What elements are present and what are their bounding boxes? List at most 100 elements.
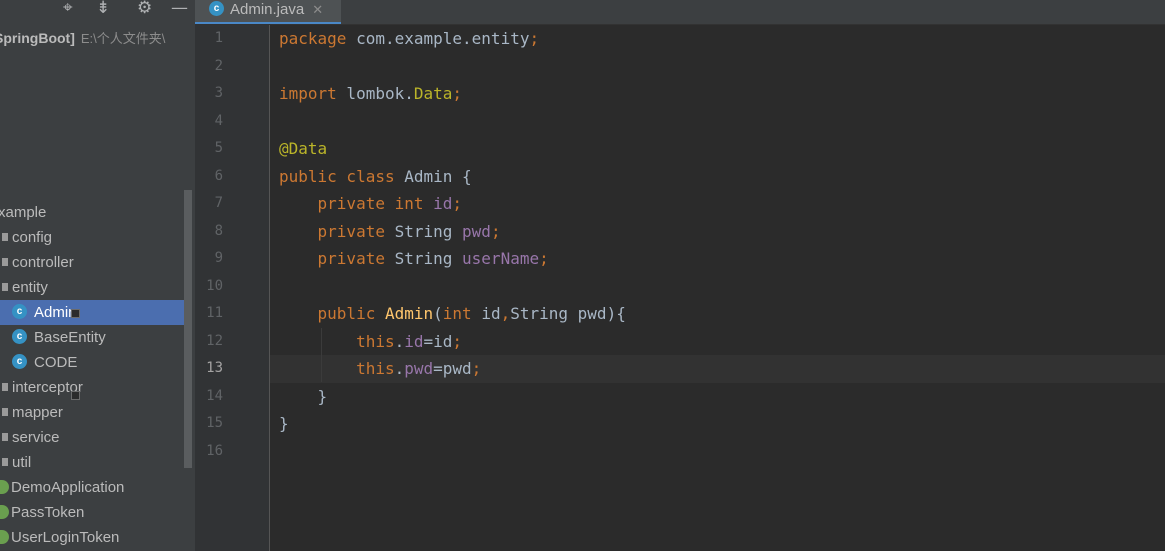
code-token: public class [279,166,395,186]
tree-item-config[interactable]: config [0,225,185,250]
java-class-icon: c [12,328,27,344]
package-folder-icon [2,458,8,467]
code-token: String [384,221,463,241]
tree-item-label: UserLoginToken [11,529,120,546]
code-token: id [404,331,424,351]
code-token: com.example.entity [346,29,530,48]
java-class-icon: c [209,1,224,17]
minimize-icon[interactable]: — [171,0,188,18]
tree-item-label: controller [12,254,74,271]
code-token: id [433,194,453,213]
tab-admin-java[interactable]: c Admin.java ✕ [195,0,341,24]
line-number: 11 [206,305,223,321]
code-token: String [384,249,463,268]
line-number: 9 [214,250,223,266]
line-number: 5 [214,140,223,156]
line-number-gutter: 1 2 3 4 5 6 7 8 9 10 11 12 13 14 15 16 [195,25,270,551]
code-token: this [356,359,395,378]
tree-item-baseentity[interactable]: c BaseEntity [0,325,185,350]
line-number: 8 [214,222,223,239]
project-root-name: SpringBoot] [0,30,75,46]
code-token: ; [490,221,501,241]
package-folder-icon [2,433,8,442]
tree-item-interceptor[interactable]: interceptor [0,375,185,400]
tree-item-label: mapper [12,404,63,421]
code-token: package [279,29,347,48]
project-root-path: E:\个人文件夹\ [80,31,166,46]
fold-end-icon[interactable] [71,391,80,400]
code-token: id [471,304,501,323]
code-token: @Data [279,139,328,158]
project-panel: ⌖ ⇟ ⚙ — SpringBoot] E:\个人文件夹\ xample confi… [0,0,195,551]
project-root[interactable]: SpringBoot] E:\个人文件夹\ [0,28,165,49]
code-token: } [279,414,289,433]
code-token: public [317,304,376,323]
tree-item-label: config [12,229,53,246]
tree-item-util[interactable]: util [0,450,185,475]
tree-item-label: util [12,454,32,471]
close-icon[interactable]: ✕ [312,3,323,18]
code-line: private int id; [279,190,463,218]
code-token: pwd [404,359,434,378]
code-token: } [279,386,328,406]
spring-class-icon [0,530,9,545]
line-number: 10 [206,277,223,294]
line-number: 14 [206,387,223,404]
collapse-icon[interactable]: ⇟ [96,0,110,18]
tree-item-label: CODE [34,354,78,371]
tree-item-userlogintoken[interactable]: UserLoginToken [0,525,185,550]
code-line: public class Admin { [279,163,472,191]
gear-icon[interactable]: ⚙ [137,0,152,18]
spring-class-icon [0,505,9,520]
package-folder-icon [2,283,8,292]
tree-item-demoapplication[interactable]: DemoApplication [0,475,185,500]
code-token: =pwd [433,359,472,378]
tree-item-passtoken[interactable]: PassToken [0,500,185,525]
tree-item-label: PassToken [11,504,85,521]
code-token: lombok. [336,84,414,103]
code-token: =id [423,331,453,351]
tree-item-label: DemoApplication [11,479,125,496]
code-line: } [279,383,328,411]
line-number: 16 [206,442,223,459]
tree-item-xample[interactable]: xample [0,200,185,225]
tree-item-controller[interactable]: controller [0,250,185,275]
code-token: ; [452,194,463,213]
project-scrollbar[interactable] [184,190,192,468]
tree-item-admin[interactable]: c Admin [0,300,185,325]
code-token: ; [452,331,463,351]
spring-class-icon [0,480,9,495]
tree-item-code[interactable]: c CODE [0,350,185,375]
code-line: } [279,410,289,438]
code-token: Admin [384,304,434,323]
code-line: private String userName; [279,245,549,273]
line-number: 7 [214,195,223,211]
code-token: . [394,331,405,351]
java-class-icon: c [12,303,27,319]
crosshair-icon[interactable]: ⌖ [63,0,73,18]
code-token: private [317,221,385,241]
code-line: import lombok.Data; [279,80,462,108]
tree-item-label: service [12,429,60,446]
tree-item-label: entity [12,279,48,296]
code-token: ; [452,84,463,103]
project-toolbar: ⌖ ⇟ ⚙ — [0,0,195,18]
tree-item-mapper[interactable]: mapper [0,400,185,425]
line-number: 6 [214,167,223,184]
code-token: import [279,84,337,103]
code-token: ; [471,359,482,378]
package-folder-icon [2,383,8,392]
tree-item-entity[interactable]: entity [0,275,185,300]
tree-item-service[interactable]: service [0,425,185,450]
code-token: private [317,249,385,268]
fold-marker-icon[interactable] [71,309,80,318]
code-line: private String pwd; [279,218,501,246]
code-line: public Admin(int id,String pwd){ [279,300,626,328]
code-token: Admin { [394,166,472,186]
